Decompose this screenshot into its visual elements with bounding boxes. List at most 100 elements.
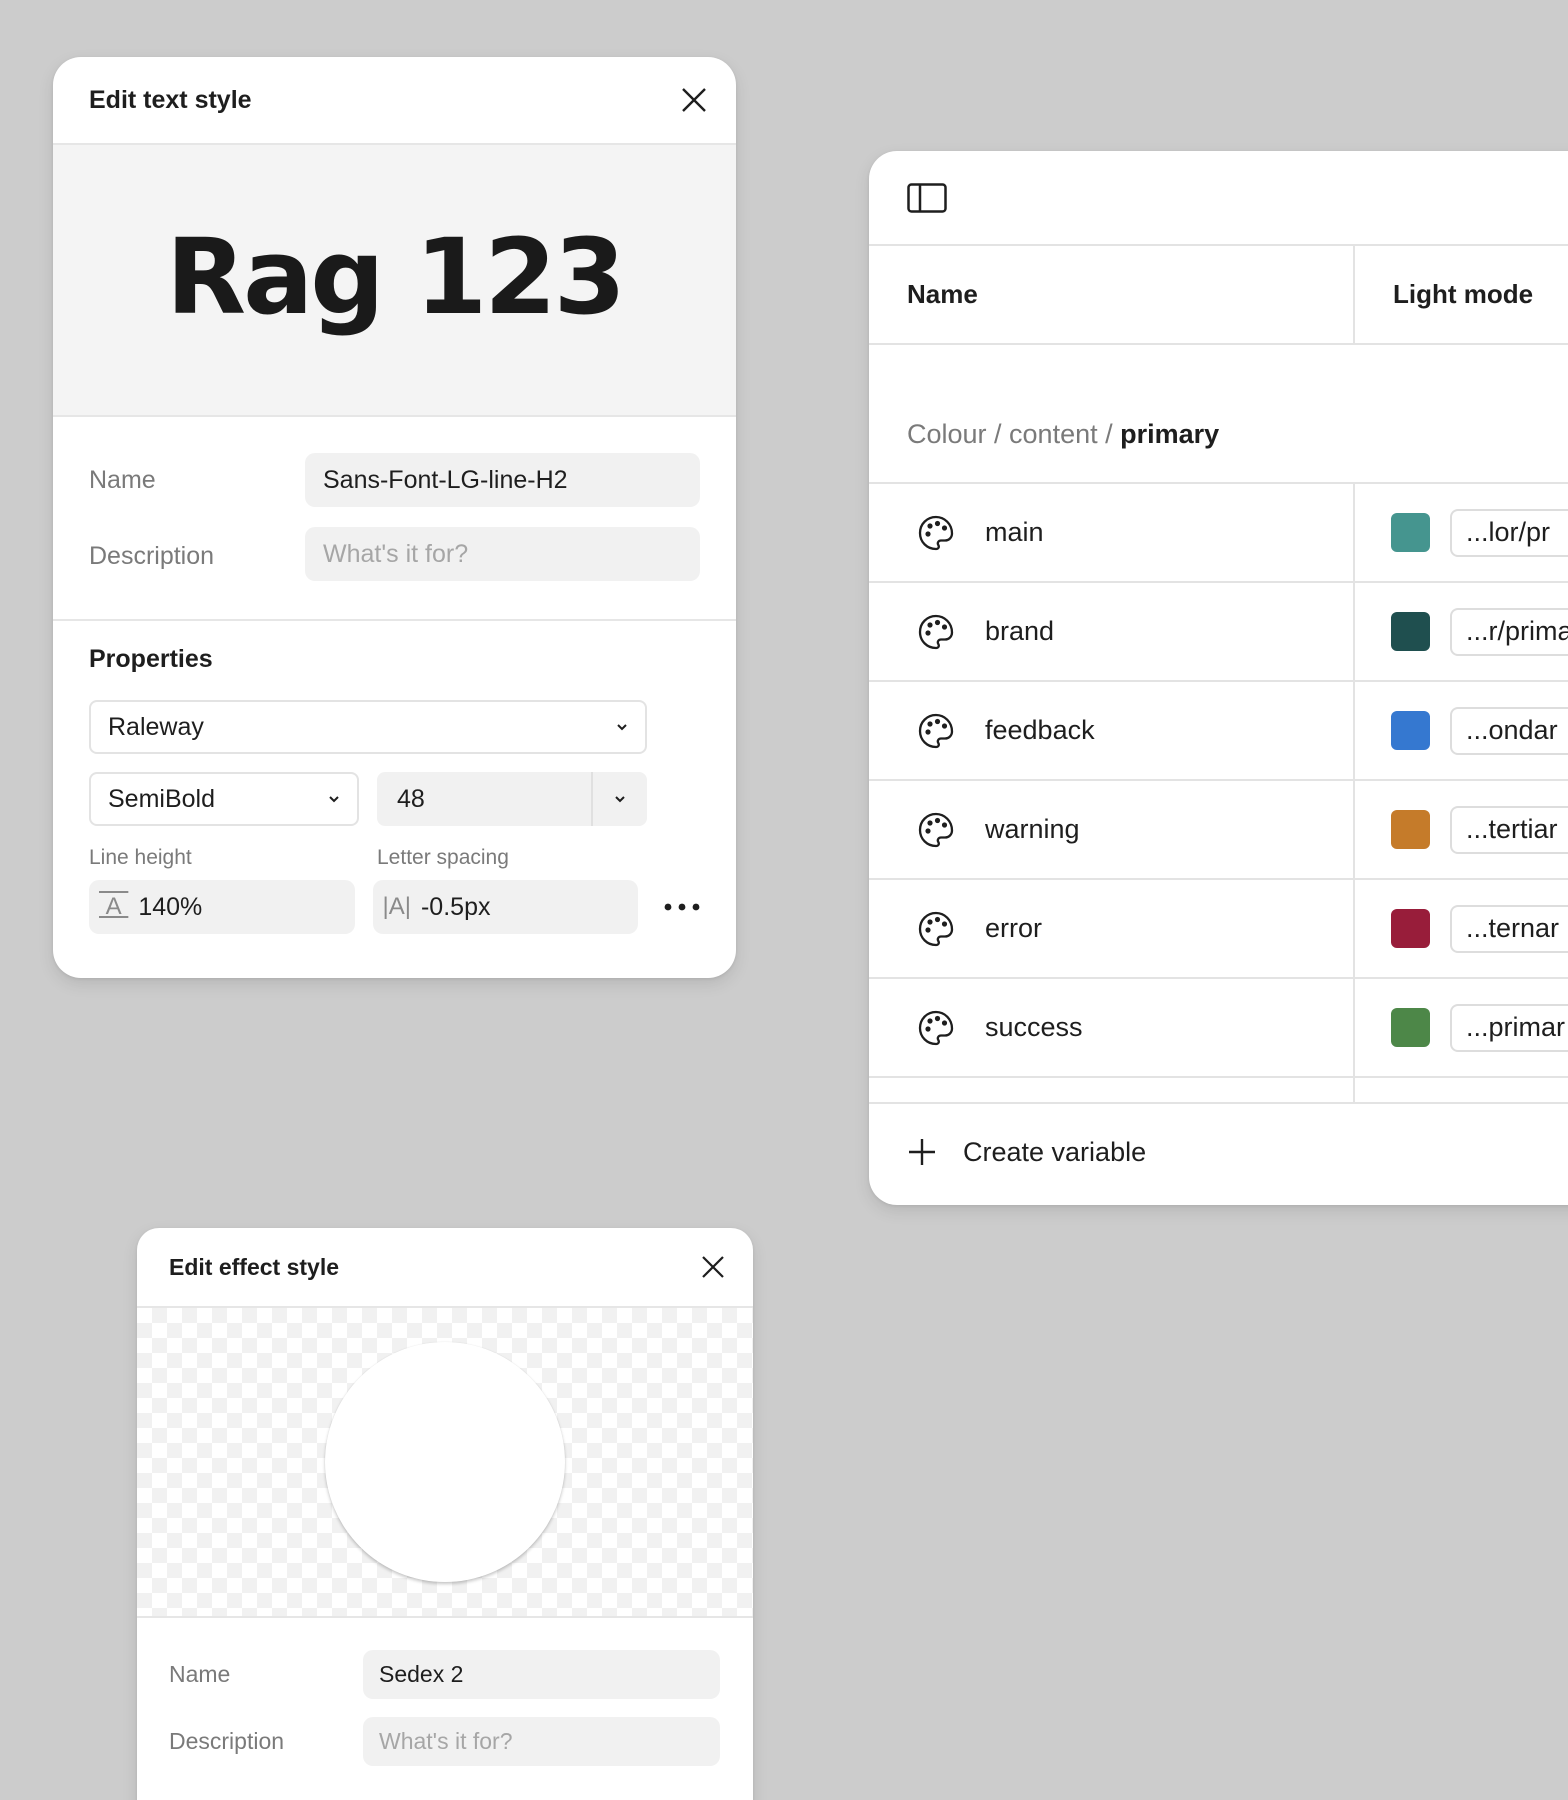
create-variable-label: Create variable — [963, 1136, 1147, 1167]
description-row: Description What's it for? — [89, 527, 700, 581]
edit-effect-style-panel: Edit effect style Name Sedex 2 Descripti… — [137, 1228, 753, 1800]
column-divider — [1353, 484, 1355, 581]
variable-row-error[interactable]: error ...ternar — [869, 880, 1568, 979]
sidebar-toggle-icon[interactable] — [907, 182, 947, 213]
name-input-value: Sans-Font-LG-line-H2 — [323, 465, 568, 494]
name-row: Name Sedex 2 — [169, 1650, 721, 1699]
variables-table-header: Name Light mode — [869, 246, 1568, 345]
font-weight-select[interactable]: SemiBold — [89, 772, 359, 826]
column-divider — [1353, 880, 1355, 977]
line-height-label: Line height — [89, 846, 192, 869]
effect-preview — [137, 1308, 753, 1618]
name-label: Name — [89, 465, 156, 494]
palette-icon — [918, 713, 954, 748]
letter-spacing-value: -0.5px — [420, 892, 491, 921]
close-icon[interactable] — [701, 1255, 725, 1279]
name-label: Name — [169, 1661, 231, 1687]
font-size-dropdown[interactable] — [593, 772, 647, 826]
palette-icon — [918, 1010, 954, 1045]
spacing-labels-row: Line height Letter spacing — [89, 846, 700, 870]
font-family-select[interactable]: Raleway — [89, 700, 647, 754]
variable-value-cell: ...lor/pr — [1353, 508, 1568, 557]
alias-pill[interactable]: ...r/prima — [1450, 607, 1568, 656]
description-input[interactable]: What's it for? — [363, 1717, 720, 1766]
alias-pill[interactable]: ...lor/pr — [1450, 508, 1568, 557]
variable-row-success[interactable]: success ...primar — [869, 979, 1568, 1078]
variable-name-cell: success — [869, 1009, 1353, 1047]
close-icon[interactable] — [680, 86, 708, 114]
column-divider — [1353, 246, 1355, 343]
variable-row-brand[interactable]: brand ...r/prima — [869, 583, 1568, 682]
color-swatch[interactable] — [1391, 513, 1430, 552]
variable-value-cell: ...tertiar — [1353, 805, 1568, 854]
variable-name-cell: feedback — [869, 712, 1353, 750]
alias-pill[interactable]: ...ternar — [1450, 904, 1568, 953]
variable-name: brand — [985, 616, 1055, 646]
chevron-down-icon — [329, 796, 339, 803]
line-height-value: 140% — [138, 892, 203, 921]
font-family-value: Raleway — [108, 712, 204, 741]
color-swatch[interactable] — [1391, 711, 1430, 750]
variable-name-cell: warning — [869, 811, 1353, 849]
variable-name-cell: brand — [869, 613, 1353, 651]
effect-style-fields: Name Sedex 2 Description What's it for? — [137, 1618, 753, 1766]
weight-size-row: SemiBold 48 — [89, 772, 700, 826]
palette-icon — [918, 515, 954, 550]
column-header-light-mode[interactable]: Light mode — [1353, 246, 1533, 343]
preview-text: Rag 123 — [165, 216, 626, 338]
palette-icon — [918, 911, 954, 946]
variable-value-cell: ...ternar — [1353, 904, 1568, 953]
variable-name-cell: error — [869, 910, 1353, 948]
color-swatch[interactable] — [1391, 909, 1430, 948]
text-style-fields: Name Sans-Font-LG-line-H2 Description Wh… — [53, 417, 736, 621]
name-input[interactable]: Sans-Font-LG-line-H2 — [305, 453, 700, 507]
more-options-icon[interactable] — [664, 902, 700, 912]
variable-row-feedback[interactable]: feedback ...ondar — [869, 682, 1568, 781]
column-header-name[interactable]: Name — [869, 246, 1353, 343]
color-swatch[interactable] — [1391, 810, 1430, 849]
properties-section: Properties Raleway SemiBold 48 Line heig… — [53, 621, 736, 934]
variable-name: warning — [985, 814, 1080, 844]
variable-value-cell: ...r/prima — [1353, 607, 1568, 656]
font-size-input[interactable]: 48 — [377, 785, 591, 814]
description-placeholder: What's it for? — [379, 1728, 513, 1754]
group-path: Colour / content / — [907, 419, 1113, 449]
effect-panel-header: Edit effect style — [137, 1228, 753, 1308]
column-divider — [1353, 583, 1355, 680]
chevron-down-icon — [615, 796, 625, 803]
line-height-input[interactable]: A 140% — [89, 880, 355, 934]
variable-value-cell: ...ondar — [1353, 706, 1568, 755]
group-name: primary — [1120, 419, 1220, 449]
plus-icon — [909, 1139, 935, 1165]
chevron-down-icon — [617, 724, 627, 731]
variable-row-warning[interactable]: warning ...tertiar — [869, 781, 1568, 880]
color-swatch[interactable] — [1391, 1008, 1430, 1047]
name-input-value: Sedex 2 — [379, 1661, 464, 1687]
description-input[interactable]: What's it for? — [305, 527, 700, 581]
color-swatch[interactable] — [1391, 612, 1430, 651]
alias-pill[interactable]: ...ondar — [1450, 706, 1568, 755]
spacing-values-row: A 140% |A| -0.5px — [89, 880, 700, 934]
palette-icon — [918, 614, 954, 649]
text-panel-header: Edit text style — [53, 57, 736, 145]
letter-spacing-label: Letter spacing — [377, 846, 509, 869]
variables-panel: Name Light mode Colour / content / prima… — [869, 151, 1568, 1205]
variable-name: main — [985, 517, 1044, 547]
description-placeholder: What's it for? — [323, 539, 469, 568]
alias-pill[interactable]: ...tertiar — [1450, 805, 1568, 854]
description-row: Description What's it for? — [169, 1717, 721, 1766]
font-weight-value: SemiBold — [108, 784, 215, 813]
properties-title: Properties — [89, 645, 213, 673]
column-divider — [1353, 979, 1355, 1076]
variables-list: main ...lor/pr brand ...r/prima feedback ...o… — [869, 484, 1568, 1078]
group-breadcrumb: Colour / content / primary — [869, 345, 1568, 484]
edit-text-style-panel: Edit text style Rag 123 Name Sans-Font-L… — [53, 57, 736, 978]
name-input[interactable]: Sedex 2 — [363, 1650, 720, 1699]
alias-pill[interactable]: ...primar — [1450, 1003, 1568, 1052]
variable-row-main[interactable]: main ...lor/pr — [869, 484, 1568, 583]
description-label: Description — [89, 541, 215, 570]
create-variable-button[interactable]: Create variable — [869, 1104, 1568, 1200]
letter-spacing-input[interactable]: |A| -0.5px — [372, 880, 638, 934]
effect-preview-circle — [325, 1342, 565, 1582]
variable-name-cell: main — [869, 514, 1353, 552]
